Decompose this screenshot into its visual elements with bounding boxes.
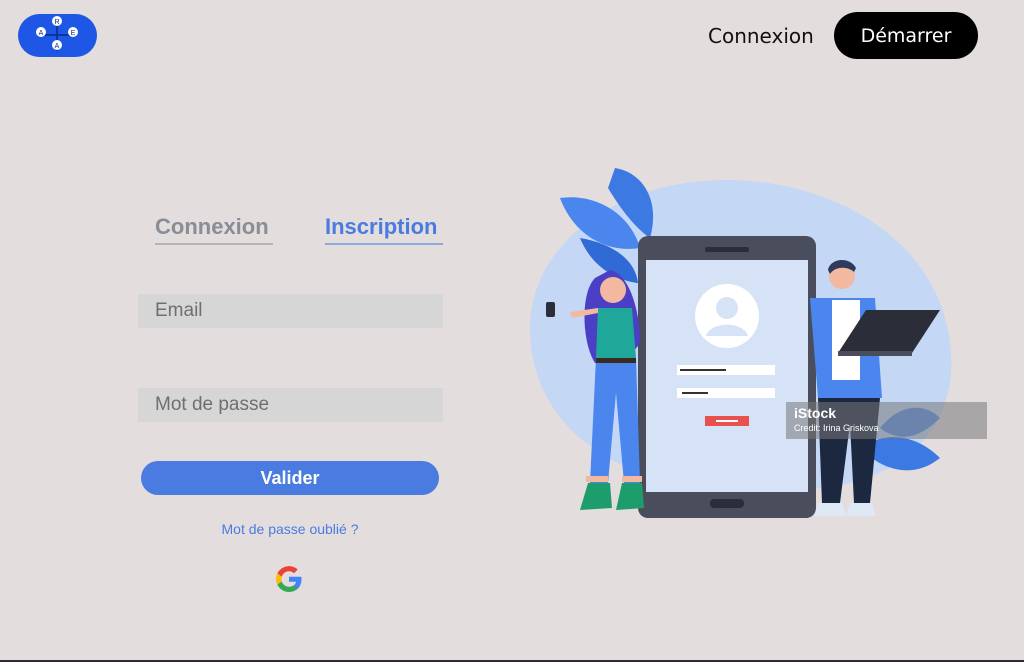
logo-letter-r: R xyxy=(54,19,59,26)
logo-letter-e: E xyxy=(71,30,76,37)
submit-button[interactable]: Valider xyxy=(141,461,439,495)
nav-login-link[interactable]: Connexion xyxy=(708,24,814,48)
logo[interactable]: R A E A xyxy=(18,14,97,57)
password-field[interactable] xyxy=(138,388,443,422)
logo-letter-a1: A xyxy=(39,30,44,37)
forgot-password-link[interactable]: Mot de passe oublié ? xyxy=(0,521,580,537)
watermark-brand: iStock xyxy=(794,405,837,421)
watermark-credit: Credit: Irina Griskova xyxy=(794,423,879,433)
logo-mark-icon: R A E A xyxy=(36,16,78,51)
woman-phone xyxy=(546,302,555,317)
login-illustration xyxy=(530,168,952,518)
tab-login[interactable]: Connexion xyxy=(155,214,273,245)
google-icon[interactable] xyxy=(273,563,305,595)
logo-letter-a2: A xyxy=(55,43,60,50)
watermark: iStock Credit: Irina Griskova xyxy=(786,402,987,439)
woman-shirt xyxy=(596,308,636,358)
start-button[interactable]: Démarrer xyxy=(834,12,978,59)
tab-register[interactable]: Inscription xyxy=(325,214,443,245)
email-field[interactable] xyxy=(138,294,443,328)
